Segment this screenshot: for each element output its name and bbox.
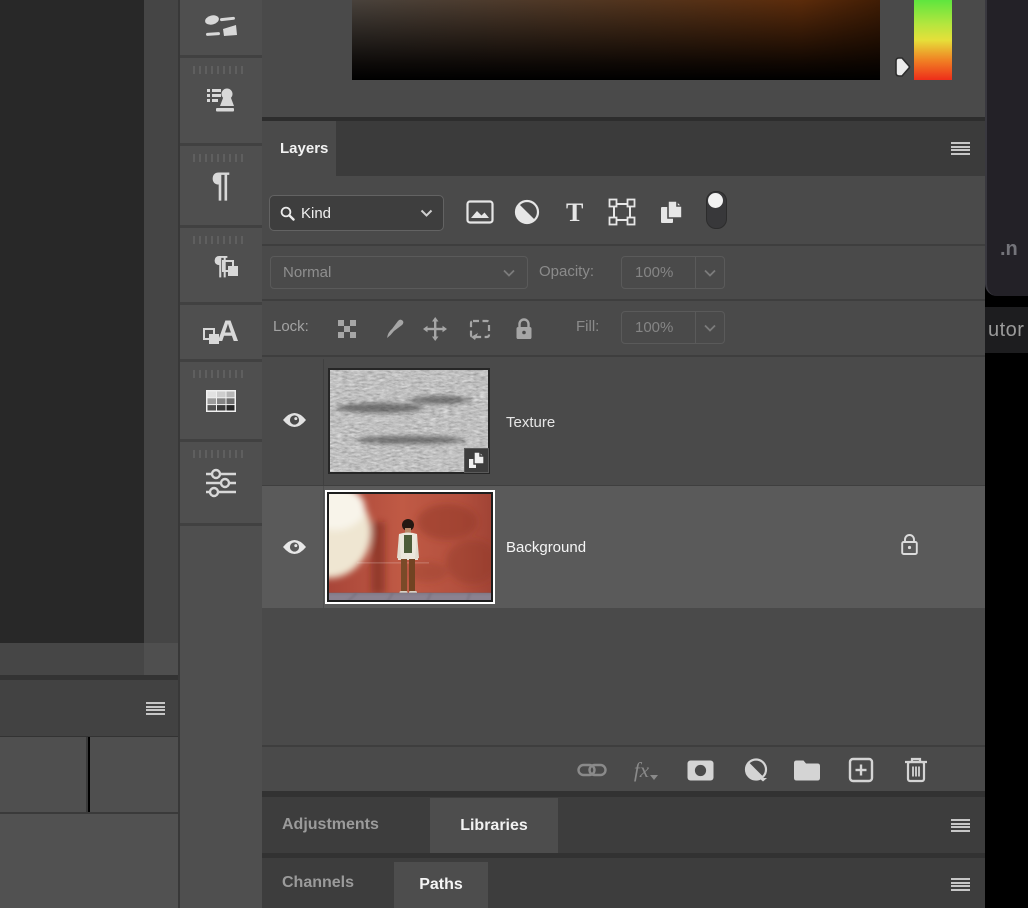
opacity-value: 100%: [622, 264, 695, 281]
panel-icon-dock: ¶ ¶ A: [178, 0, 262, 908]
overlay-text-fragment: utor: [985, 319, 1024, 342]
layer-effects-fx-icon[interactable]: fx: [628, 753, 664, 787]
lock-all-icon[interactable]: [508, 311, 540, 347]
channels-paths-tab-bar: Channels Paths: [262, 858, 985, 908]
dock-gripper: [193, 66, 247, 74]
smart-object-filter-icon[interactable]: [654, 194, 688, 230]
bottom-left-panel-header: [0, 680, 178, 736]
dock-item-paragraph[interactable]: ¶: [180, 146, 262, 228]
character-styles-icon: A: [180, 305, 262, 359]
opacity-label: Opacity:: [539, 263, 594, 280]
blend-opacity-row: Normal Opacity: 100%: [262, 246, 985, 301]
dock-item-character-styles[interactable]: A: [180, 305, 262, 362]
search-icon: [280, 206, 295, 221]
opacity-field[interactable]: 100%: [621, 256, 725, 289]
tab-adjustments[interactable]: Adjustments: [282, 797, 379, 853]
dock-gripper: [193, 236, 247, 244]
color-saturation-field[interactable]: [352, 0, 880, 80]
dock-item-paragraph-styles[interactable]: ¶: [180, 228, 262, 305]
link-layers-icon[interactable]: [574, 753, 610, 787]
document-canvas[interactable]: [0, 0, 144, 643]
bottom-left-swatch-b[interactable]: [90, 737, 178, 812]
visibility-eye-icon[interactable]: [282, 538, 307, 561]
dock-gripper: [193, 154, 247, 162]
layers-panel-menu-icon[interactable]: [951, 142, 970, 155]
layers-action-bar: fx: [262, 745, 985, 791]
tab-layers[interactable]: Layers: [262, 121, 336, 176]
chevron-down-icon: [420, 209, 433, 217]
layer-name[interactable]: Texture: [506, 359, 555, 485]
layers-tab-bar: Layers: [262, 121, 985, 176]
fill-value: 100%: [622, 319, 695, 336]
photoshop-workspace: ¶ ¶ A: [0, 0, 1028, 908]
overlay-strip: utor: [985, 307, 1028, 353]
layer-row-texture[interactable]: Texture: [262, 359, 985, 486]
pixel-layer-filter-icon[interactable]: [463, 194, 497, 230]
chevron-down-icon: [503, 269, 515, 277]
dock-gripper: [193, 450, 247, 458]
panel-menu-icon[interactable]: [951, 878, 970, 891]
lock-transparent-pixels-icon[interactable]: [331, 311, 363, 347]
layer-thumbnail-background[interactable]: [325, 490, 495, 604]
layer-filter-row: Kind T: [262, 176, 985, 246]
lock-image-pixels-icon[interactable]: [380, 311, 412, 347]
fill-field[interactable]: 100%: [621, 311, 725, 344]
layers-list: Texture: [262, 357, 985, 745]
bottom-left-swatch-a[interactable]: [0, 737, 88, 812]
dock-item-swatches-table[interactable]: [180, 362, 262, 442]
visibility-eye-icon[interactable]: [282, 411, 307, 434]
filter-kind-dropdown[interactable]: Kind: [269, 195, 444, 231]
adjustments-libraries-tab-bar: Adjustments Libraries: [262, 797, 985, 853]
bottom-left-strip-end: [144, 643, 178, 675]
layer-lock-icon[interactable]: [900, 533, 919, 561]
right-overlay-column: .n utor: [985, 0, 1028, 908]
new-adjustment-layer-icon[interactable]: [738, 753, 774, 787]
layer-filtering-toggle[interactable]: [699, 192, 733, 228]
lock-row: Lock:: [262, 301, 985, 357]
divider: [323, 486, 324, 608]
layers-panel: Layers Kind: [262, 0, 985, 908]
new-group-folder-icon[interactable]: [789, 753, 825, 787]
delete-layer-trash-icon[interactable]: [898, 753, 934, 787]
layer-row-background-selected[interactable]: Background: [262, 486, 985, 608]
hue-slider-bar[interactable]: [914, 0, 952, 80]
divider: [323, 359, 324, 485]
bottom-left-strip: [0, 643, 144, 675]
paragraph-icon: ¶: [212, 166, 231, 205]
type-layer-filter-icon[interactable]: T: [558, 194, 592, 230]
adjustment-layer-filter-icon[interactable]: [510, 194, 544, 230]
dock-item-properties[interactable]: [180, 442, 262, 526]
tab-paths[interactable]: Paths: [394, 862, 488, 908]
fill-label: Fill:: [576, 318, 599, 335]
tab-libraries[interactable]: Libraries: [430, 798, 558, 853]
add-layer-mask-icon[interactable]: [682, 753, 718, 787]
lock-artboard-nesting-icon[interactable]: [464, 311, 496, 347]
smart-object-badge-icon: [464, 448, 489, 473]
hue-slider-pointer-icon[interactable]: [892, 55, 912, 84]
panel-menu-icon[interactable]: [951, 819, 970, 832]
svg-text:T: T: [566, 199, 583, 225]
lock-label: Lock:: [273, 318, 309, 335]
blend-mode-value: Normal: [283, 264, 503, 281]
blend-mode-dropdown[interactable]: Normal: [270, 256, 528, 289]
floating-dark-panel: .n: [985, 0, 1028, 296]
shape-layer-filter-icon[interactable]: [605, 194, 639, 230]
layer-name[interactable]: Background: [506, 486, 586, 608]
color-panel-bottom: [262, 0, 985, 117]
dock-item-brush-settings[interactable]: [180, 0, 262, 58]
layer-thumbnail-texture[interactable]: [328, 368, 490, 474]
tab-channels[interactable]: Channels: [282, 858, 354, 908]
new-layer-icon[interactable]: [843, 753, 879, 787]
vertical-scrollbar-track[interactable]: [144, 0, 178, 643]
dock-item-clone-source[interactable]: [180, 58, 262, 146]
dock-gripper: [193, 370, 247, 378]
overlay-text-fragment: .n: [1000, 238, 1018, 261]
bottom-left-panel-body: [0, 812, 178, 908]
brush-settings-icon: [180, 0, 262, 55]
lock-position-icon[interactable]: [419, 311, 451, 347]
panel-menu-icon[interactable]: [146, 702, 165, 715]
filter-kind-label: Kind: [301, 205, 420, 222]
